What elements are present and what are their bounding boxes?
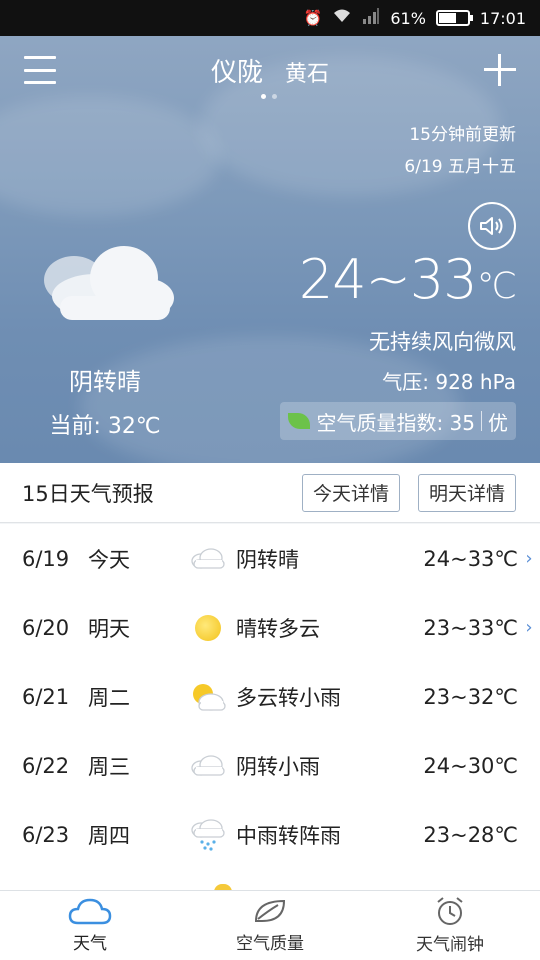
- wifi-icon: [332, 8, 352, 28]
- forecast-condition: 多云转小雨: [236, 685, 341, 710]
- forecast-day: 周二: [88, 685, 130, 710]
- forecast-row[interactable]: 6/19 今天 阴转晴 24~33℃ ›: [0, 524, 540, 593]
- nav-weather[interactable]: 天气: [0, 891, 180, 960]
- divider: [481, 411, 482, 431]
- forecast-condition: 阴转小雨: [236, 754, 320, 779]
- current-weather-panel: 仪陇 黄石 15分钟前更新 6/19 五月十五 24~33℃ 无持续风向微风 气…: [0, 36, 540, 463]
- update-time: 15分钟前更新: [409, 125, 516, 145]
- battery-percent: 61%: [390, 8, 426, 28]
- forecast-header: 15日天气预报 今天详情 明天详情: [0, 463, 540, 523]
- speaker-icon[interactable]: [468, 202, 516, 250]
- forecast-temperature: 23~28℃: [423, 822, 518, 847]
- city-tabs: 仪陇 黄石: [0, 52, 540, 89]
- tomorrow-details-button[interactable]: 明天详情: [417, 473, 516, 512]
- battery-icon: [435, 10, 473, 26]
- forecast-row[interactable]: 6/21 周二 多云转小雨 23~32℃: [0, 662, 540, 731]
- forecast-date: 6/20: [22, 615, 70, 640]
- temperature-range: 24~33℃: [298, 248, 517, 311]
- forecast-date: 6/21: [22, 684, 70, 709]
- forecast-condition: 中雨转阵雨: [236, 823, 341, 848]
- forecast-temperature: 23~33℃: [423, 615, 518, 640]
- aqi-label: 空气质量指数: 35: [316, 410, 475, 435]
- overcast-icon: [184, 547, 232, 570]
- partly-cloudy-icon: [184, 682, 232, 712]
- chevron-right-icon: ›: [525, 548, 533, 569]
- cloud-icon: [68, 898, 112, 925]
- rain-icon: [184, 818, 232, 851]
- forecast-temperature: 23~32℃: [423, 684, 518, 709]
- forecast-condition: 阴转晴: [236, 547, 299, 572]
- wind-info: 无持续风向微风: [369, 330, 516, 354]
- forecast-row[interactable]: 6/23 周四 中雨转阵雨 23~28℃: [0, 800, 540, 869]
- forecast-row[interactable]: 6/20 明天 晴转多云 23~33℃ ›: [0, 593, 540, 662]
- leaf-outline-icon: [254, 899, 286, 922]
- air-quality-badge[interactable]: 空气质量指数: 35 优: [280, 402, 516, 440]
- forecast-day: 周三: [88, 754, 130, 779]
- overcast-icon: [184, 754, 232, 777]
- page-indicator: [261, 94, 277, 99]
- background-cloud: [0, 96, 220, 216]
- today-details-button[interactable]: 今天详情: [301, 473, 400, 512]
- add-city-icon[interactable]: [484, 54, 516, 86]
- nav-weather-alarm[interactable]: 天气闹钟: [360, 891, 540, 960]
- forecast-temperature: 24~33℃: [423, 546, 518, 571]
- current-temperature: 当前: 32℃: [49, 414, 161, 439]
- clock: 17:01: [479, 8, 526, 28]
- city-tab-current[interactable]: 仪陇: [211, 52, 263, 89]
- status-bar: ⏰ 61% 17:01: [0, 0, 540, 36]
- chevron-right-icon: ›: [525, 617, 533, 638]
- forecast-day: 周四: [88, 823, 130, 848]
- forecast-date: 6/22: [22, 753, 70, 778]
- forecast-row[interactable]: 6/22 周三 阴转小雨 24~30℃: [0, 731, 540, 800]
- forecast-day: 明天: [88, 616, 130, 641]
- nav-weather-label: 天气: [73, 934, 107, 954]
- forecast-title: 15日天气预报: [22, 481, 154, 506]
- temperature-unit: ℃: [476, 266, 517, 307]
- bottom-nav: 天气 空气质量 天气闹钟: [0, 890, 540, 960]
- nav-air-quality[interactable]: 空气质量: [180, 891, 360, 960]
- alarm-clock-icon: [437, 897, 463, 925]
- alarm-clock-icon: ⏰: [303, 9, 323, 27]
- sun-icon: [184, 614, 232, 641]
- signal-icon: [362, 8, 380, 28]
- weather-condition: 阴转晴: [69, 368, 141, 396]
- date-lunar: 6/19 五月十五: [404, 157, 516, 177]
- nav-air-quality-label: 空气质量: [236, 934, 304, 954]
- leaf-icon: [288, 413, 311, 429]
- forecast-list: 6/19 今天 阴转晴 24~33℃ › 6/20 明天 晴转多云 23~33℃ › 6/21 周二 多…: [0, 524, 540, 890]
- city-tab-other[interactable]: 黄石: [285, 56, 329, 88]
- nav-weather-alarm-label: 天气闹钟: [416, 935, 484, 955]
- pressure-info: 气压: 928 hPa: [382, 370, 516, 394]
- forecast-condition: 晴转多云: [236, 616, 320, 641]
- forecast-temperature: 24~30℃: [423, 753, 518, 778]
- battery-fill: [438, 13, 456, 23]
- forecast-day: 今天: [88, 547, 130, 572]
- temperature-range-value: 24~33: [298, 248, 478, 311]
- forecast-date: 6/19: [22, 546, 70, 571]
- forecast-date: 6/23: [22, 822, 70, 847]
- overcast-weather-icon: [44, 246, 174, 320]
- aqi-level: 优: [488, 410, 508, 435]
